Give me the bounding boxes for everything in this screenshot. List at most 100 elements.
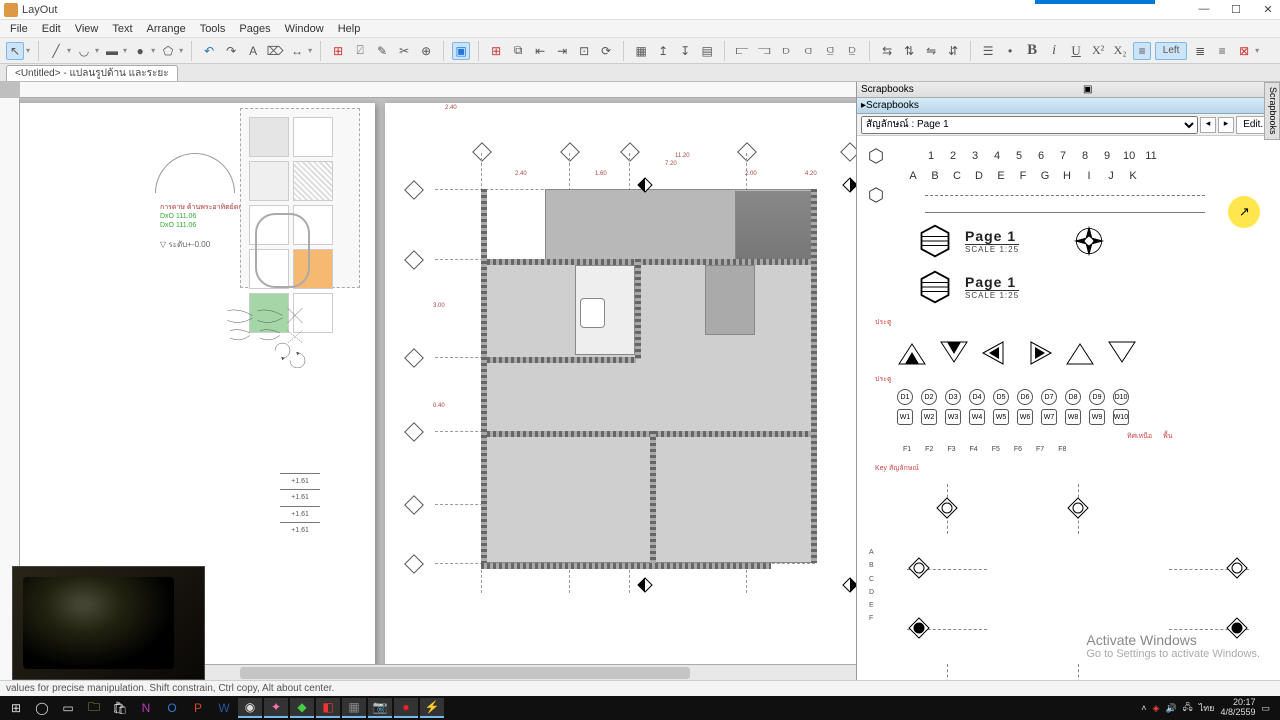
tray-wifi-icon[interactable]: ◈ [1153,703,1160,714]
north-arrow-icon[interactable] [1071,223,1107,259]
outlook-icon[interactable]: O [160,698,184,718]
align-right-icon[interactable]: ⫐ [777,42,795,60]
scrapbooks-body[interactable]: 1234567891011 ABCDEFGHIJK Page 1SCALE 1:… [857,136,1280,680]
text-tool-icon[interactable]: A [244,42,262,60]
text-center-icon[interactable]: ≣ [1191,42,1209,60]
tray-net-icon[interactable]: 🖧 [1183,700,1193,716]
bullet-icon[interactable]: • [1001,42,1019,60]
prev-page-icon[interactable]: ⇤ [531,42,549,60]
window-labels-row[interactable]: W1W2W3W4W5W6W7W8W9W10 [897,409,1270,425]
section-symbols-row[interactable] [897,340,1270,366]
system-tray[interactable]: ˄ ◈ 🔊 🖧 ไทย 20:174/8/2559 ▭ [1141,698,1276,718]
scrapbooks-subheader[interactable]: ▸ Scrapbooks ✕ [857,98,1280,114]
task-view-icon[interactable]: ▭ [56,698,80,718]
side-tab-scrapbooks[interactable]: Scrapbooks [1264,82,1280,140]
tray-lang[interactable]: ไทย [1199,701,1215,715]
scrapbook-select[interactable]: สัญลักษณ์ : Page 1 [861,116,1198,134]
align-center-icon[interactable]: ⫎ [755,42,773,60]
text-left-icon[interactable]: ≡ [1133,42,1151,60]
start-button-icon[interactable]: ⊞ [4,698,28,718]
next-page-icon[interactable]: ⇥ [553,42,571,60]
scrapbook-next-icon[interactable]: ▸ [1218,117,1234,133]
tray-chevron-icon[interactable]: ˄ [1141,703,1146,713]
bold-icon[interactable]: B [1023,42,1041,60]
layout-app-icon[interactable]: ▦ [342,698,366,718]
app-icon-1[interactable]: ✦ [264,698,288,718]
powerpoint-icon[interactable]: P [186,698,210,718]
text-del-icon[interactable]: ⊠ [1235,42,1253,60]
align-top-icon[interactable]: ⫏ [799,42,817,60]
tray-clock[interactable]: 20:174/8/2559 [1220,698,1255,718]
erase-tool-icon[interactable]: ⍁ [351,42,369,60]
title-block-1[interactable]: Page 1SCALE 1:25 [917,223,1270,259]
menu-help[interactable]: Help [332,23,367,35]
space-v-icon[interactable]: ⇅ [900,42,918,60]
close-button[interactable]: ✕ [1260,3,1276,16]
add-page-icon[interactable]: ⊞ [487,42,505,60]
explorer-icon[interactable]: 🗀 [82,698,106,718]
back-icon[interactable]: ▤ [698,42,716,60]
present-icon[interactable]: ▣ [452,42,470,60]
maximize-button[interactable]: ☐ [1228,3,1244,16]
page-right[interactable]: 2.40 [385,103,856,664]
forward-icon[interactable]: ↥ [654,42,672,60]
menu-window[interactable]: Window [279,23,330,35]
align-left-icon[interactable]: ⫍ [733,42,751,60]
title-block-2[interactable]: Page 1SCALE 1:25 [917,269,1270,305]
italic-icon[interactable]: i [1045,42,1063,60]
solid-line-sample[interactable] [925,212,1205,213]
menu-arrange[interactable]: Arrange [141,23,192,35]
sketchup-icon[interactable]: ◧ [316,698,340,718]
grid-numbers[interactable]: 1234567891011 [925,150,1157,162]
door-labels-row[interactable]: D1D2D3D4D5D6D7D8D9D10 [897,389,1270,405]
underline-icon[interactable]: U [1067,42,1085,60]
line-app-icon[interactable]: ◆ [290,698,314,718]
front-icon[interactable]: ▦ [632,42,650,60]
strike-icon[interactable]: X² [1089,42,1107,60]
menu-tools[interactable]: Tools [194,23,232,35]
sub-icon[interactable]: X₂ [1111,42,1129,60]
circle-tool-icon[interactable]: ● [131,42,149,60]
menu-text[interactable]: Text [106,23,138,35]
list-icon[interactable]: ☰ [979,42,997,60]
kb-icon[interactable]: ⚡ [420,698,444,718]
panel-pin-icon[interactable]: ▣ [1080,84,1095,95]
table-tool-icon[interactable]: ⊞ [329,42,347,60]
space-h-icon[interactable]: ⇆ [878,42,896,60]
label-tool-icon[interactable]: ⌦ [266,42,284,60]
split-tool-icon[interactable]: ✂ [395,42,413,60]
minimize-button[interactable]: — [1196,3,1212,16]
undo-icon[interactable]: ↶ [200,42,218,60]
chrome-icon[interactable]: ◉ [238,698,262,718]
style-tool-icon[interactable]: ✎ [373,42,391,60]
menu-edit[interactable]: Edit [36,23,67,35]
menu-view[interactable]: View [69,23,105,35]
store-icon[interactable]: 🛍 [108,698,132,718]
record-icon[interactable]: ● [394,698,418,718]
text-align-label[interactable]: Left [1155,42,1187,60]
word-icon[interactable]: W [212,698,236,718]
floor-labels-row[interactable]: F1F2F3F4F5F6F7F8 [903,446,1270,453]
tray-notif-icon[interactable]: ▭ [1261,703,1270,714]
flip-v-icon[interactable]: ⇵ [944,42,962,60]
align-mid-icon[interactable]: ⫑ [821,42,839,60]
arc-tool-icon[interactable]: ◡ [75,42,93,60]
dash-line-sample[interactable] [925,195,1205,196]
menu-file[interactable]: File [4,23,34,35]
scrapbook-prev-icon[interactable]: ◂ [1200,117,1216,133]
camera-icon[interactable]: 📷 [368,698,392,718]
align-bot-icon[interactable]: ⫒ [843,42,861,60]
refresh-icon[interactable]: ⟳ [597,42,615,60]
polygon-tool-icon[interactable]: ⬠ [159,42,177,60]
rectangle-tool-icon[interactable]: ▬ [103,42,121,60]
text-right-icon[interactable]: ≡ [1213,42,1231,60]
dup-page-icon[interactable]: ⧉ [509,42,527,60]
dimension-tool-icon[interactable]: ↔ [288,42,306,60]
backward-icon[interactable]: ↧ [676,42,694,60]
redo-icon[interactable]: ↷ [222,42,240,60]
search-icon[interactable]: ◯ [30,698,54,718]
tray-vol-icon[interactable]: 🔊 [1165,703,1176,714]
menu-pages[interactable]: Pages [233,23,276,35]
zoom-icon[interactable]: ⊡ [575,42,593,60]
hexagon-icon[interactable] [867,147,885,165]
